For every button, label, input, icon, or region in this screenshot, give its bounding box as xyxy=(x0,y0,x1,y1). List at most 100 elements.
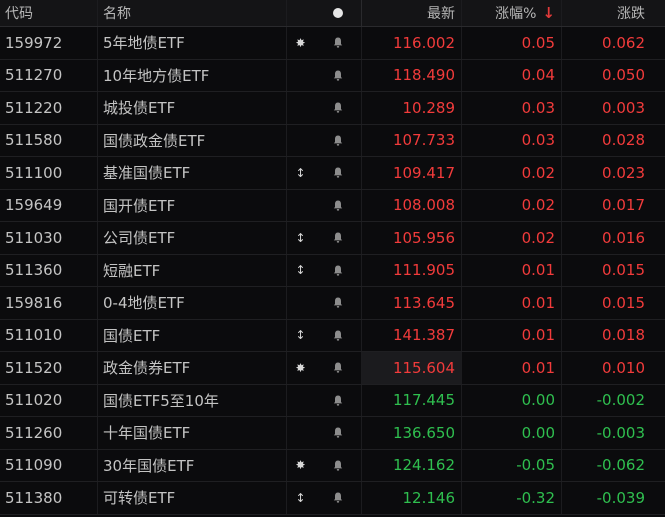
change-percent: 0.03 xyxy=(462,92,562,124)
alert-bell-button[interactable] xyxy=(314,417,362,449)
alert-bell-button[interactable] xyxy=(314,352,362,384)
alert-bell-button[interactable] xyxy=(314,124,362,156)
security-name: 城投债ETF xyxy=(103,99,176,118)
table-row[interactable]: 159972 5年地债ETF ✸ 116.002 0.05 0.062 xyxy=(0,27,665,60)
table-row[interactable]: 511010 国债ETF ↕ 141.387 0.01 0.018 xyxy=(0,319,665,352)
alert-bell-button[interactable] xyxy=(314,157,362,189)
status-flag-icon xyxy=(286,59,314,91)
change-percent: -0.05 xyxy=(462,449,562,481)
security-name: 国债ETF5至10年 xyxy=(103,391,219,410)
bell-icon xyxy=(333,102,342,113)
last-price: 136.650 xyxy=(362,417,462,449)
table-row[interactable]: 511030 公司债ETF ↕ 105.956 0.02 0.016 xyxy=(0,222,665,255)
security-name: 基准国债ETF xyxy=(103,164,191,183)
change-percent: 0.02 xyxy=(462,157,562,189)
table-row[interactable]: 511090 30年国债ETF ✸ 124.162 -0.05 -0.062 xyxy=(0,449,665,482)
security-code: 159816 xyxy=(0,287,98,319)
table-row[interactable]: 511520 政金债券ETF ✸ 115.604 0.01 0.010 xyxy=(0,352,665,385)
change-value: -0.002 xyxy=(596,391,645,410)
status-flag-icon: ↕ xyxy=(286,254,314,286)
change-value: 0.050 xyxy=(602,66,645,85)
last-price: 141.387 xyxy=(362,319,462,351)
last-price: 117.445 xyxy=(362,384,462,416)
alert-bell-button[interactable] xyxy=(314,189,362,221)
last-price: 124.162 xyxy=(362,449,462,481)
bell-icon xyxy=(333,200,342,211)
column-header-price[interactable]: 最新 xyxy=(362,0,462,26)
column-header-change[interactable]: 涨跌 xyxy=(562,0,665,26)
security-code: 511520 xyxy=(0,352,98,384)
column-header-name[interactable]: 名称 xyxy=(98,0,286,26)
change-percent: 0.02 xyxy=(462,222,562,254)
status-flag-icon: ↕ xyxy=(286,319,314,351)
bell-icon xyxy=(333,232,342,243)
table-row[interactable]: 159649 国开债ETF 108.008 0.02 0.017 xyxy=(0,189,665,222)
column-header-alert[interactable] xyxy=(314,0,362,26)
table-row[interactable]: 159816 0-4地债ETF 113.645 0.01 0.015 xyxy=(0,287,665,320)
security-name: 公司债ETF xyxy=(103,229,176,248)
security-name: 十年国债ETF xyxy=(103,424,191,443)
change-value: -0.062 xyxy=(596,456,645,475)
status-flag-icon: ✸ xyxy=(286,352,314,384)
table-row[interactable]: 511360 短融ETF ↕ 111.905 0.01 0.015 xyxy=(0,254,665,287)
last-price: 10.289 xyxy=(362,92,462,124)
alert-bell-button[interactable] xyxy=(314,222,362,254)
alert-bell-button[interactable] xyxy=(314,319,362,351)
change-percent: 0.02 xyxy=(462,189,562,221)
security-name: 短融ETF xyxy=(103,261,161,280)
table-row[interactable]: 511270 10年地方债ETF 118.490 0.04 0.050 xyxy=(0,59,665,92)
table-row[interactable]: 511100 基准国债ETF ↕ 109.417 0.02 0.023 xyxy=(0,157,665,190)
last-price: 108.008 xyxy=(362,189,462,221)
bell-icon xyxy=(333,460,342,471)
alert-bell-button[interactable] xyxy=(314,482,362,514)
change-percent: 0.04 xyxy=(462,59,562,91)
change-value: -0.039 xyxy=(596,488,645,507)
status-flag-icon xyxy=(286,189,314,221)
alert-bell-button[interactable] xyxy=(314,384,362,416)
column-header-flag xyxy=(286,0,314,26)
alert-bell-button[interactable] xyxy=(314,287,362,319)
alert-bell-button[interactable] xyxy=(314,254,362,286)
change-value: 0.016 xyxy=(602,228,645,247)
security-code: 511580 xyxy=(0,124,98,156)
column-header-code[interactable]: 代码 xyxy=(0,0,98,26)
table-row[interactable]: 511580 国债政金债ETF 107.733 0.03 0.028 xyxy=(0,124,665,157)
alert-bell-button[interactable] xyxy=(314,59,362,91)
bell-icon xyxy=(333,135,342,146)
column-header-pct[interactable]: 涨幅% ↓ xyxy=(462,0,562,26)
last-price: 118.490 xyxy=(362,59,462,91)
security-code: 511090 xyxy=(0,449,98,481)
security-name: 政金债券ETF xyxy=(103,359,191,378)
security-code: 511260 xyxy=(0,417,98,449)
table-row[interactable]: 511260 十年国债ETF 136.650 0.00 -0.003 xyxy=(0,417,665,450)
alert-bell-button[interactable] xyxy=(314,92,362,124)
change-value: -0.003 xyxy=(596,423,645,442)
security-code: 511030 xyxy=(0,222,98,254)
table-row[interactable]: 511380 可转债ETF ↕ 12.146 -0.32 -0.039 xyxy=(0,482,665,515)
security-name: 30年国债ETF xyxy=(103,456,195,475)
alert-bell-button[interactable] xyxy=(314,449,362,481)
status-flag-icon xyxy=(286,417,314,449)
table-row[interactable]: 511220 城投债ETF 10.289 0.03 0.003 xyxy=(0,92,665,125)
last-price: 115.604 xyxy=(362,352,462,384)
last-price: 12.146 xyxy=(362,482,462,514)
change-percent: 0.05 xyxy=(462,27,562,59)
table-row[interactable]: 511020 国债ETF5至10年 117.445 0.00 -0.002 xyxy=(0,384,665,417)
status-flag-icon: ✸ xyxy=(286,449,314,481)
change-value: 0.003 xyxy=(602,98,645,117)
alert-bell-button[interactable] xyxy=(314,27,362,59)
bell-icon xyxy=(333,37,342,48)
dot-icon xyxy=(332,8,343,18)
change-percent: 0.01 xyxy=(462,319,562,351)
security-code: 159972 xyxy=(0,27,98,59)
status-flag-icon: ✸ xyxy=(286,27,314,59)
change-value: 0.018 xyxy=(602,326,645,345)
change-value: 0.015 xyxy=(602,293,645,312)
security-name: 10年地方债ETF xyxy=(103,66,210,85)
status-flag-icon xyxy=(286,384,314,416)
security-name: 可转债ETF xyxy=(103,489,176,508)
change-value: 0.062 xyxy=(602,33,645,52)
change-value: 0.010 xyxy=(602,358,645,377)
bell-icon xyxy=(333,492,342,503)
change-value: 0.017 xyxy=(602,196,645,215)
